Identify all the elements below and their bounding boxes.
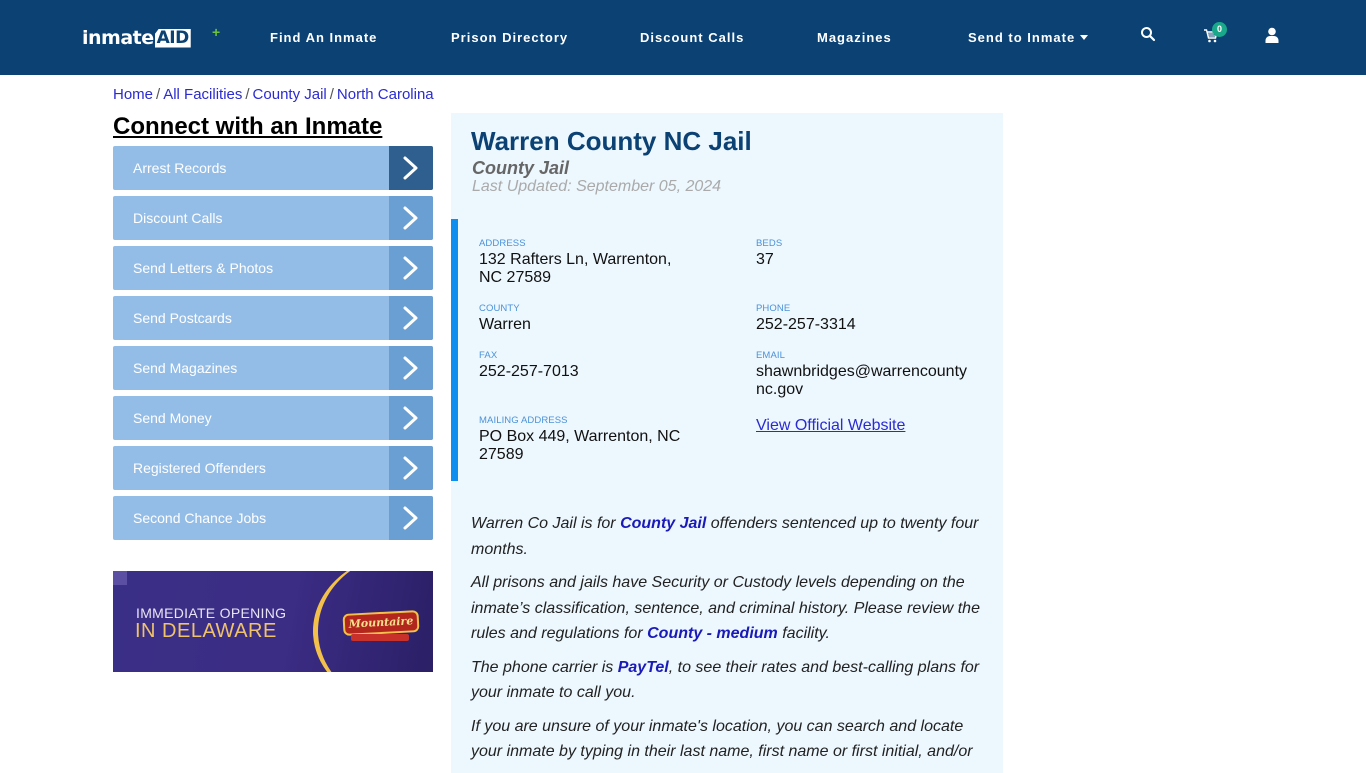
account-button[interactable]	[1265, 27, 1285, 47]
sidebar-item-send-postcards[interactable]: Send Postcards	[113, 296, 433, 340]
nav-magazines[interactable]: Magazines	[817, 30, 892, 45]
phone-label: PHONE	[756, 303, 791, 314]
ad-headline: IMMEDIATE OPENING	[136, 605, 287, 621]
sidebar-item-second-chance-jobs[interactable]: Second Chance Jobs	[113, 496, 433, 540]
email-line1: shawnbridges@warrencounty	[756, 363, 968, 380]
description-paragraph: If you are unsure of your inmate's locat…	[471, 717, 973, 761]
mailing-address-field: MAILING ADDRESS PO Box 449, Warrenton, N…	[479, 415, 680, 464]
logo-plus-icon: +	[212, 24, 221, 40]
user-icon	[1265, 27, 1279, 43]
sidebar-item-send-magazines[interactable]: Send Magazines	[113, 346, 433, 390]
sidebar-item-label: Send Letters & Photos	[133, 260, 274, 276]
logo-text: inmate	[82, 27, 154, 49]
breadcrumb-separator: /	[329, 86, 334, 103]
top-navbar: inmate AID + Find An Inmate Prison Direct…	[0, 0, 1366, 75]
sidebar-item-label: Registered Offenders	[133, 460, 266, 476]
chevron-right-icon	[389, 246, 433, 290]
mailing-address-line2: 27589	[479, 446, 524, 463]
ad-decor	[113, 571, 127, 585]
sidebar-item-label: Arrest Records	[133, 160, 227, 176]
caret-down-icon	[1080, 35, 1089, 40]
cart-count-badge: 0	[1212, 22, 1227, 37]
last-updated: Last Updated: September 05, 2024	[472, 178, 722, 195]
ad-subheadline: IN DELAWARE	[135, 620, 277, 642]
county-jail-link[interactable]: County Jail	[620, 515, 706, 532]
facility-type: County Jail	[472, 158, 570, 178]
county-field: COUNTY Warren	[479, 303, 531, 334]
description-text: Warren Co Jail is for	[471, 515, 621, 532]
address-line2: NC 27589	[479, 269, 552, 286]
facility-name: Warren County NC Jail	[471, 126, 752, 156]
facility-description: Warren Co Jail is for County Jail offend…	[471, 511, 986, 773]
fax-label: FAX	[479, 350, 498, 361]
address-label: ADDRESS	[479, 238, 526, 249]
breadcrumb-separator: /	[245, 86, 250, 103]
sidebar-item-label: Send Magazines	[133, 360, 238, 376]
inmateaid-logo[interactable]: inmate AID	[82, 26, 191, 50]
ad-banner[interactable]: IMMEDIATE OPENING IN DELAWARE Mountaire	[113, 571, 433, 672]
facility-panel: Warren County NC Jail County Jail Last U…	[451, 113, 1003, 773]
sidebar-item-arrest-records[interactable]: Arrest Records	[113, 146, 433, 190]
beds-field: BEDS 37	[756, 238, 782, 269]
website-field: View Official Website	[756, 415, 905, 435]
breadcrumb-all-facilities[interactable]: All Facilities	[163, 86, 242, 103]
chevron-right-icon	[389, 146, 433, 190]
beds-label: BEDS	[756, 238, 783, 249]
mailing-address-line1: PO Box 449, Warrenton, NC	[479, 428, 681, 445]
fax-field: FAX 252-257-7013	[479, 350, 579, 381]
description-paragraph: Warren Co Jail is for County Jail offend…	[471, 511, 986, 562]
phone-field: PHONE 252-257-3314	[756, 303, 856, 334]
sidebar-item-send-money[interactable]: Send Money	[113, 396, 433, 440]
email-label: EMAIL	[756, 350, 786, 361]
nav-discount-calls[interactable]: Discount Calls	[640, 30, 744, 45]
description-paragraph: All prisons and jails have Security or C…	[471, 570, 986, 647]
sidebar-item-label: Second Chance Jobs	[133, 510, 267, 526]
sidebar-item-discount-calls[interactable]: Discount Calls	[113, 196, 433, 240]
chevron-right-icon	[389, 396, 433, 440]
breadcrumb: Home / All Facilities / County Jail / North Ca…	[113, 86, 434, 103]
address-field: ADDRESS 132 Rafters Ln, Warrenton, NC 27…	[479, 238, 709, 287]
chevron-right-icon	[389, 346, 433, 390]
county-value: Warren	[479, 316, 531, 333]
email-line2: nc.gov	[756, 381, 804, 398]
email-field: EMAIL shawnbridges@warrencounty nc.gov	[756, 350, 967, 399]
sidebar-item-label: Send Money	[133, 410, 212, 426]
sidebar-item-label: Send Postcards	[133, 310, 232, 326]
nav-send-to-inmate-label: Send to Inmate	[968, 30, 1076, 45]
chevron-right-icon	[389, 496, 433, 540]
search-button[interactable]	[1140, 26, 1160, 46]
paytel-link[interactable]: PayTel	[618, 659, 669, 676]
description-text: facility.	[777, 625, 830, 642]
address-line1: 132 Rafters Ln, Warrenton,	[479, 251, 672, 268]
sidebar-item-send-letters-photos[interactable]: Send Letters & Photos	[113, 246, 433, 290]
facility-info-card: ADDRESS 132 Rafters Ln, Warrenton, NC 27…	[451, 219, 1003, 481]
logo-text-accent: AID	[154, 27, 191, 48]
breadcrumb-separator: /	[156, 86, 161, 103]
fax-value: 252-257-7013	[479, 363, 579, 380]
ad-brand-tagline	[351, 634, 409, 641]
chevron-right-icon	[389, 296, 433, 340]
phone-value: 252-257-3314	[756, 316, 856, 333]
chevron-right-icon	[389, 446, 433, 490]
breadcrumb-north-carolina[interactable]: North Carolina	[337, 86, 434, 103]
ad-brand-logo: Mountaire	[342, 610, 420, 636]
nav-send-to-inmate[interactable]: Send to Inmate	[968, 30, 1089, 45]
county-medium-link[interactable]: County - medium	[647, 625, 778, 642]
breadcrumb-county-jail[interactable]: County Jail	[253, 86, 327, 103]
sidebar-item-registered-offenders[interactable]: Registered Offenders	[113, 446, 433, 490]
sidebar-menu: Arrest Records Discount Calls Send Lette…	[113, 146, 433, 546]
chevron-right-icon	[389, 196, 433, 240]
beds-value: 37	[756, 251, 774, 268]
description-text: The phone carrier is	[471, 658, 618, 676]
search-icon	[1141, 27, 1156, 42]
county-label: COUNTY	[479, 303, 520, 314]
nav-prison-directory[interactable]: Prison Directory	[451, 30, 568, 45]
view-official-website-link[interactable]: View Official Website	[756, 417, 905, 435]
nav-find-an-inmate[interactable]: Find An Inmate	[270, 30, 377, 45]
sidebar-title: Connect with an Inmate	[113, 113, 383, 140]
sidebar-item-label: Discount Calls	[133, 210, 223, 226]
breadcrumb-home[interactable]: Home	[113, 86, 153, 103]
mailing-address-label: MAILING ADDRESS	[479, 415, 568, 426]
description-paragraph: The phone carrier is PayTel, to see thei…	[471, 655, 986, 706]
